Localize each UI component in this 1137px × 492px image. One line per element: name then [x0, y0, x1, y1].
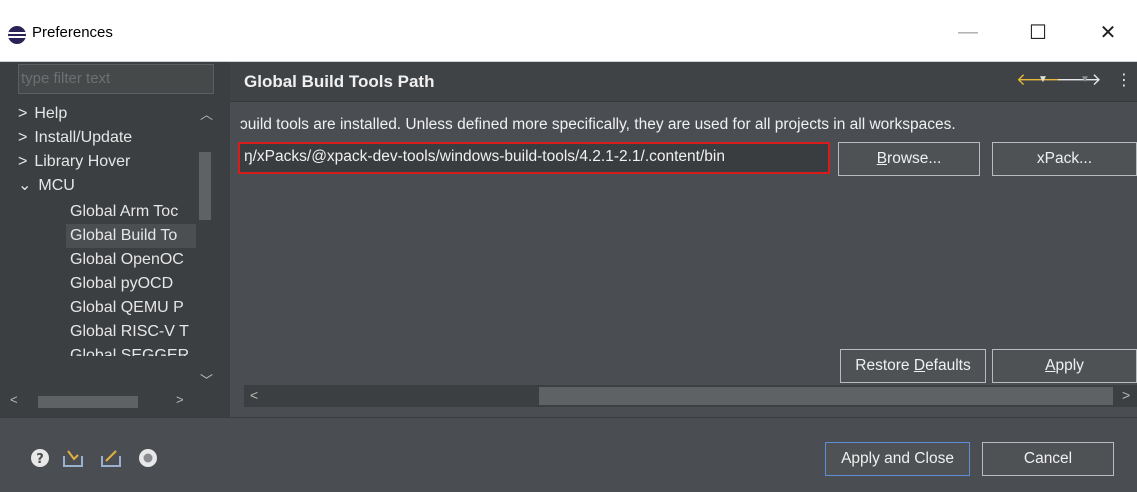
- preference-page: Global Build Tools Path 🡐 ▼ 🡒 ▼ ⋮ ɔuild …: [230, 62, 1137, 417]
- title-bar: Preferences — ☐ ✕: [0, 0, 1137, 62]
- scroll-thumb[interactable]: [539, 387, 1113, 405]
- xpack-button[interactable]: xPack...: [992, 142, 1137, 176]
- eclipse-app-icon: [8, 26, 26, 44]
- build-tools-path-field[interactable]: ŋ/xPacks/@xpack-dev-tools/windows-build-…: [238, 142, 830, 174]
- tree-item-global-build-tools[interactable]: Global Build To: [66, 224, 196, 248]
- record-icon[interactable]: [138, 448, 158, 468]
- forward-arrow-icon[interactable]: 🡒: [1056, 70, 1102, 90]
- scroll-right-icon[interactable]: >: [1122, 387, 1130, 403]
- page-header: Global Build Tools Path 🡐 ▼ 🡒 ▼ ⋮: [230, 62, 1137, 102]
- scroll-right-icon[interactable]: >: [176, 392, 184, 407]
- expand-arrow-icon[interactable]: >: [18, 129, 27, 146]
- preference-tree: > Help > Install/Update > Library Hover ⌄ MC…: [18, 102, 196, 414]
- import-icon[interactable]: [62, 448, 84, 468]
- tree-item-global-arm-toolchains[interactable]: Global Arm Toc: [70, 200, 178, 224]
- tree-item-global-risc-v[interactable]: Global RISC-V T: [70, 320, 189, 344]
- maximize-button[interactable]: ☐: [1018, 18, 1058, 46]
- tree-item-global-qemu[interactable]: Global QEMU P: [70, 296, 184, 320]
- dialog-footer: ? Apply and Close Cancel: [0, 417, 1137, 492]
- svg-text:?: ?: [36, 452, 44, 467]
- expand-arrow-icon[interactable]: >: [18, 105, 27, 122]
- minimize-button[interactable]: —: [948, 18, 988, 46]
- forward-dropdown-icon[interactable]: ▼: [1080, 74, 1090, 85]
- back-dropdown-icon[interactable]: ▼: [1038, 74, 1048, 85]
- window-title: Preferences: [32, 24, 113, 41]
- page-horizontal-scrollbar[interactable]: < >: [244, 385, 1137, 407]
- tree-item-mcu[interactable]: ⌄ MCU: [18, 174, 75, 198]
- tree-item-global-openocd[interactable]: Global OpenOC: [70, 248, 184, 272]
- close-button[interactable]: ✕: [1088, 18, 1128, 46]
- export-icon[interactable]: [100, 448, 122, 468]
- tree-item-install-update[interactable]: > Install/Update: [18, 126, 132, 150]
- view-menu-icon[interactable]: ⋮: [1116, 70, 1132, 90]
- scroll-down-icon[interactable]: ﹀: [200, 370, 213, 389]
- scroll-left-icon[interactable]: <: [250, 387, 258, 403]
- collapse-arrow-icon[interactable]: ⌄: [18, 177, 31, 194]
- filter-input[interactable]: type filter text: [18, 64, 214, 94]
- expand-arrow-icon[interactable]: >: [18, 153, 27, 170]
- tree-horizontal-scrollbar[interactable]: < >: [8, 392, 198, 410]
- scroll-thumb[interactable]: [38, 396, 138, 408]
- tree-vertical-scrollbar[interactable]: ︿ ﹀: [196, 102, 214, 402]
- browse-button[interactable]: Browse...: [838, 142, 980, 176]
- scroll-up-icon[interactable]: ︿: [200, 104, 213, 123]
- help-icon[interactable]: ?: [30, 448, 50, 468]
- tree-item-global-pyocd[interactable]: Global pyOCD: [70, 272, 173, 296]
- cancel-button[interactable]: Cancel: [982, 442, 1114, 476]
- apply-and-close-button[interactable]: Apply and Close: [825, 442, 970, 476]
- tree-item-help[interactable]: > Help: [18, 102, 67, 126]
- scroll-thumb[interactable]: [199, 152, 211, 220]
- scroll-left-icon[interactable]: <: [10, 392, 18, 407]
- apply-button[interactable]: Apply: [992, 349, 1137, 383]
- restore-defaults-button[interactable]: Restore Defaults: [840, 349, 986, 383]
- preference-tree-panel: type filter text > Help > Install/Update >…: [0, 62, 230, 417]
- description-text: ɔuild tools are installed. Unless define…: [240, 116, 956, 133]
- tree-item-library-hover[interactable]: > Library Hover: [18, 150, 130, 174]
- page-title: Global Build Tools Path: [244, 72, 435, 91]
- tree-item-global-segger[interactable]: Global SEGGER: [70, 344, 189, 356]
